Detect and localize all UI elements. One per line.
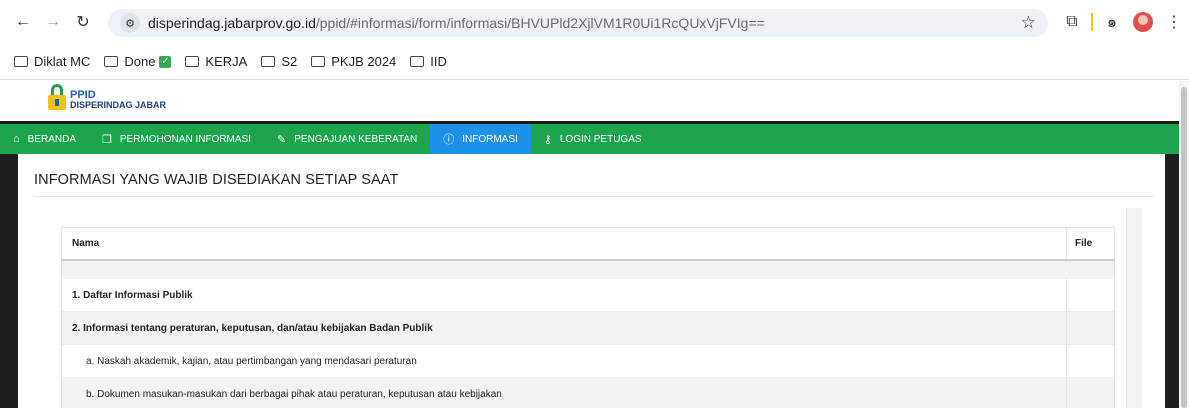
table-header-row: Nama File	[61, 227, 1115, 261]
bookmark-star-icon[interactable]: ☆	[1021, 13, 1036, 33]
bookmarks-bar: Diklat MC Done ✓ KERJA S2 PKJB 2024 IID	[0, 44, 1189, 80]
site-header: PPID DISPERINDAG JABAR	[0, 81, 1179, 121]
address-bar[interactable]: ⚙ disperindag.jabarprov.go.id/ppid/#info…	[108, 9, 1048, 37]
table-row[interactable]: a. Naskah akademik, kajian, atau pertimb…	[61, 345, 1115, 378]
folder-icon	[311, 56, 326, 67]
bookmark-label: PKJB 2024	[331, 54, 397, 69]
nav-permohonan-informasi[interactable]: ❐ PERMOHONAN INFORMASI	[89, 124, 264, 154]
nav-pengajuan-keberatan[interactable]: ✎ PENGAJUAN KEBERATAN	[264, 124, 430, 154]
bookmark-kerja[interactable]: KERJA	[185, 54, 247, 69]
table-row[interactable]: 1. Daftar Informasi Publik	[61, 279, 1115, 312]
back-arrow-icon[interactable]: ←	[12, 11, 34, 33]
table-row-empty	[61, 261, 1115, 279]
bookmark-done[interactable]: Done ✓	[104, 54, 172, 69]
bookmark-diklat-mc[interactable]: Diklat MC	[14, 54, 90, 69]
nav-label: PENGAJUAN KEBERATAN	[294, 133, 418, 145]
page-margin-right	[1165, 154, 1179, 408]
folder-icon	[261, 56, 276, 67]
nav-beranda[interactable]: ⌂ BERANDA	[0, 124, 89, 154]
divider	[34, 196, 1154, 197]
info-table: Nama File 1. Daftar Informasi Publik 2. …	[61, 227, 1115, 408]
scrollbar-thumb[interactable]	[1181, 87, 1187, 408]
bookmark-label: S2	[281, 54, 298, 69]
table-row[interactable]: b. Dokumen masukan-masukan dari berbagai…	[61, 378, 1115, 408]
reload-icon[interactable]: ↻	[72, 11, 94, 33]
bookmark-pkjb-2024[interactable]: PKJB 2024	[311, 54, 396, 69]
nav-label: INFORMASI	[462, 133, 518, 145]
nav-label: BERANDA	[27, 133, 77, 145]
bookmark-label: Done	[124, 54, 156, 69]
nav-label: LOGIN PETUGAS	[559, 133, 642, 145]
inner-scrollbar[interactable]	[1126, 208, 1142, 408]
column-header-file[interactable]: File	[1066, 228, 1114, 259]
bookmark-label: IID	[430, 54, 447, 69]
bookmark-label: Diklat MC	[34, 54, 91, 69]
key-icon: ⚷	[543, 133, 552, 146]
home-icon: ⌂	[13, 133, 20, 145]
check-emoji-icon: ✓	[159, 55, 172, 68]
content-panel: INFORMASI YANG WAJIB DISEDIAKAN SETIAP S…	[18, 154, 1165, 408]
page-margin-left	[0, 154, 18, 408]
url-path: /ppid/#informasi/form/informasi/BHVUPld2…	[315, 15, 765, 31]
nav-informasi[interactable]: ⓘ INFORMASI	[430, 124, 531, 154]
bookmark-s2[interactable]: S2	[261, 54, 297, 69]
site-logo[interactable]: PPID DISPERINDAG JABAR	[48, 84, 166, 110]
page-title: INFORMASI YANG WAJIB DISEDIAKAN SETIAP S…	[34, 172, 399, 188]
logo-subtitle: DISPERINDAG JABAR	[70, 100, 167, 110]
main-nav: ⌂ BERANDA ❐ PERMOHONAN INFORMASI ✎ PENGAJUA…	[0, 121, 1179, 154]
more-menu-icon[interactable]: ⋮	[1159, 12, 1189, 32]
extensions-icon[interactable]: ⧉	[1057, 13, 1087, 31]
bookmark-label: KERJA	[205, 54, 248, 69]
row-name: a. Naskah akademik, kajian, atau pertimb…	[86, 355, 417, 367]
row-file[interactable]	[1066, 312, 1114, 344]
forward-arrow-icon[interactable]: →	[42, 11, 64, 33]
logo-title: PPID	[70, 89, 96, 101]
row-name: 2. Informasi tentang peraturan, keputusa…	[72, 322, 433, 334]
nav-login-petugas[interactable]: ⚷ LOGIN PETUGAS	[531, 124, 655, 154]
folder-icon	[14, 56, 28, 67]
document-icon: ❐	[102, 133, 112, 146]
row-name: b. Dokumen masukan-masukan dari berbagai…	[86, 388, 502, 400]
info-icon: ⓘ	[443, 134, 455, 146]
folder-icon	[410, 56, 425, 67]
folder-icon	[104, 56, 119, 67]
lock-icon	[48, 84, 66, 110]
nav-label: PERMOHONAN INFORMASI	[119, 133, 252, 145]
profile-avatar[interactable]	[1133, 12, 1153, 32]
folder-icon	[185, 56, 200, 67]
row-name: 1. Daftar Informasi Publik	[72, 289, 193, 301]
toolbar-icons: ⧉ ๑ ⋮	[1057, 0, 1189, 44]
url-host: disperindag.jabarprov.go.id	[148, 15, 316, 31]
column-header-nama[interactable]: Nama	[62, 228, 1066, 259]
row-file[interactable]	[1066, 279, 1114, 311]
toolbar-divider	[1091, 13, 1093, 31]
row-file[interactable]	[1066, 378, 1114, 408]
row-file[interactable]	[1066, 345, 1114, 377]
bookmark-iid[interactable]: IID	[410, 54, 447, 69]
table-row[interactable]: 2. Informasi tentang peraturan, keputusa…	[61, 312, 1115, 345]
site-settings-icon[interactable]: ⚙	[120, 13, 140, 33]
extension-swirl-icon[interactable]: ๑	[1097, 10, 1127, 35]
window-scrollbar[interactable]	[1179, 81, 1189, 408]
edit-icon: ✎	[277, 133, 287, 146]
